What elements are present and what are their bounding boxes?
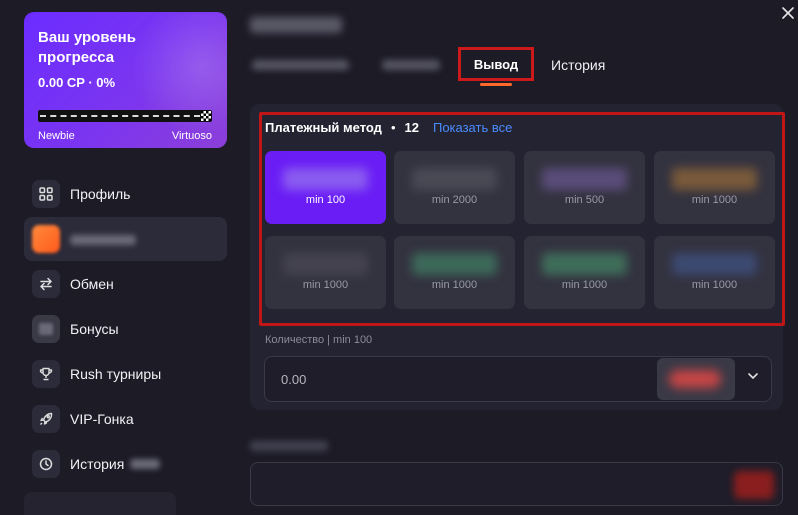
tab-deposit-blurred[interactable] (382, 60, 440, 70)
currency-logo-blurred (669, 370, 721, 388)
sidebar-item-vip-race[interactable]: VIP-Гонка (24, 397, 227, 441)
payment-method-count: 12 (404, 120, 419, 135)
payment-method-card[interactable]: min 500 (524, 151, 645, 224)
sidebar-item-bonuses[interactable]: Бонусы (24, 307, 227, 351)
progress-title: Ваш уровень прогресса (38, 29, 136, 66)
payment-method-card[interactable]: min 2000 (394, 151, 515, 224)
trophy-icon (32, 360, 60, 388)
payment-logo-blurred (672, 168, 757, 190)
sidebar-item-label-suffix-blurred (130, 459, 161, 469)
grid-icon (32, 180, 60, 208)
sidebar-item-label: Бонусы (70, 321, 119, 337)
payment-min: min 1000 (691, 279, 738, 291)
payment-logo-blurred (412, 168, 497, 190)
tab-history[interactable]: История (551, 50, 605, 80)
wallet-icon (32, 225, 60, 253)
sidebar-item-history[interactable]: История (24, 442, 227, 486)
quantity-label: Количество | min 100 (265, 334, 373, 346)
progress-track-dashes (40, 115, 200, 117)
payment-min: min 100 (305, 194, 346, 206)
sidebar-item-exchange[interactable]: Обмен (24, 262, 227, 306)
payment-min: min 1000 (431, 279, 478, 291)
level-from: Newbie (38, 130, 75, 142)
payment-logo-blurred (283, 168, 368, 190)
finish-flag-icon (201, 111, 211, 121)
gift-icon (32, 315, 60, 343)
payment-method-header: Платежный метод • 12 Показать все (265, 120, 512, 135)
payment-logo-blurred (672, 253, 757, 275)
payment-method-card[interactable]: min 1000 (654, 151, 775, 224)
sidebar-item-label: Профиль (70, 186, 131, 202)
payment-min: min 1000 (691, 194, 738, 206)
payment-method-title: Платежный метод (265, 120, 382, 135)
sidebar-item-rush-tournaments[interactable]: Rush турниры (24, 352, 227, 396)
payment-min: min 2000 (431, 194, 478, 206)
currency-select[interactable] (657, 358, 735, 400)
payment-method-card[interactable]: min 1000 (524, 236, 645, 309)
progress-bar (38, 110, 212, 122)
rocket-icon (32, 405, 60, 433)
quantity-field (264, 356, 772, 402)
payment-min: min 500 (564, 194, 605, 206)
chevron-down-icon[interactable] (747, 369, 759, 385)
card-icon-blurred (734, 471, 774, 499)
progress-value: 0.00 CP · 0% (38, 75, 116, 90)
payment-logo-blurred (412, 253, 497, 275)
tab-withdraw[interactable]: Вывод (458, 47, 534, 81)
sidebar-item-label: История (70, 456, 125, 472)
exchange-icon (32, 270, 60, 298)
payment-logo-blurred (542, 253, 627, 275)
show-all-link[interactable]: Показать все (433, 120, 512, 135)
tab-all-wallets-blurred[interactable] (252, 60, 349, 70)
card-number-label-blurred (250, 441, 328, 451)
payment-logo-blurred (283, 253, 368, 275)
sidebar-item-profile[interactable]: Профиль (24, 172, 227, 216)
payment-method-card[interactable]: min 100 (265, 151, 386, 224)
wallet-page: Ваш уровень прогресса 0.00 CP · 0% Newbi… (0, 0, 798, 515)
payment-min: min 1000 (302, 279, 349, 291)
payment-method-card[interactable]: min 1000 (654, 236, 775, 309)
sidebar-item-partial[interactable] (24, 492, 176, 515)
payment-min: min 1000 (561, 279, 608, 291)
separator-dot: • (390, 120, 396, 135)
card-number-field[interactable] (250, 462, 783, 506)
active-tab-indicator (480, 83, 512, 86)
progress-card[interactable]: Ваш уровень прогресса 0.00 CP · 0% Newbi… (24, 12, 227, 148)
clock-icon (32, 450, 60, 478)
sidebar-item-label-blurred (70, 231, 136, 247)
sidebar-item-wallet[interactable] (24, 217, 227, 261)
close-icon[interactable] (782, 4, 794, 22)
quantity-input[interactable] (281, 369, 581, 389)
level-to: Virtuoso (171, 130, 212, 142)
payment-logo-blurred (542, 168, 627, 190)
page-title-blurred (250, 17, 342, 33)
payment-method-card[interactable]: min 1000 (394, 236, 515, 309)
sidebar-item-label: VIP-Гонка (70, 411, 134, 427)
payment-method-card[interactable]: min 1000 (265, 236, 386, 309)
sidebar-item-label: Rush турниры (70, 366, 162, 382)
sidebar-item-label: Обмен (70, 276, 114, 292)
